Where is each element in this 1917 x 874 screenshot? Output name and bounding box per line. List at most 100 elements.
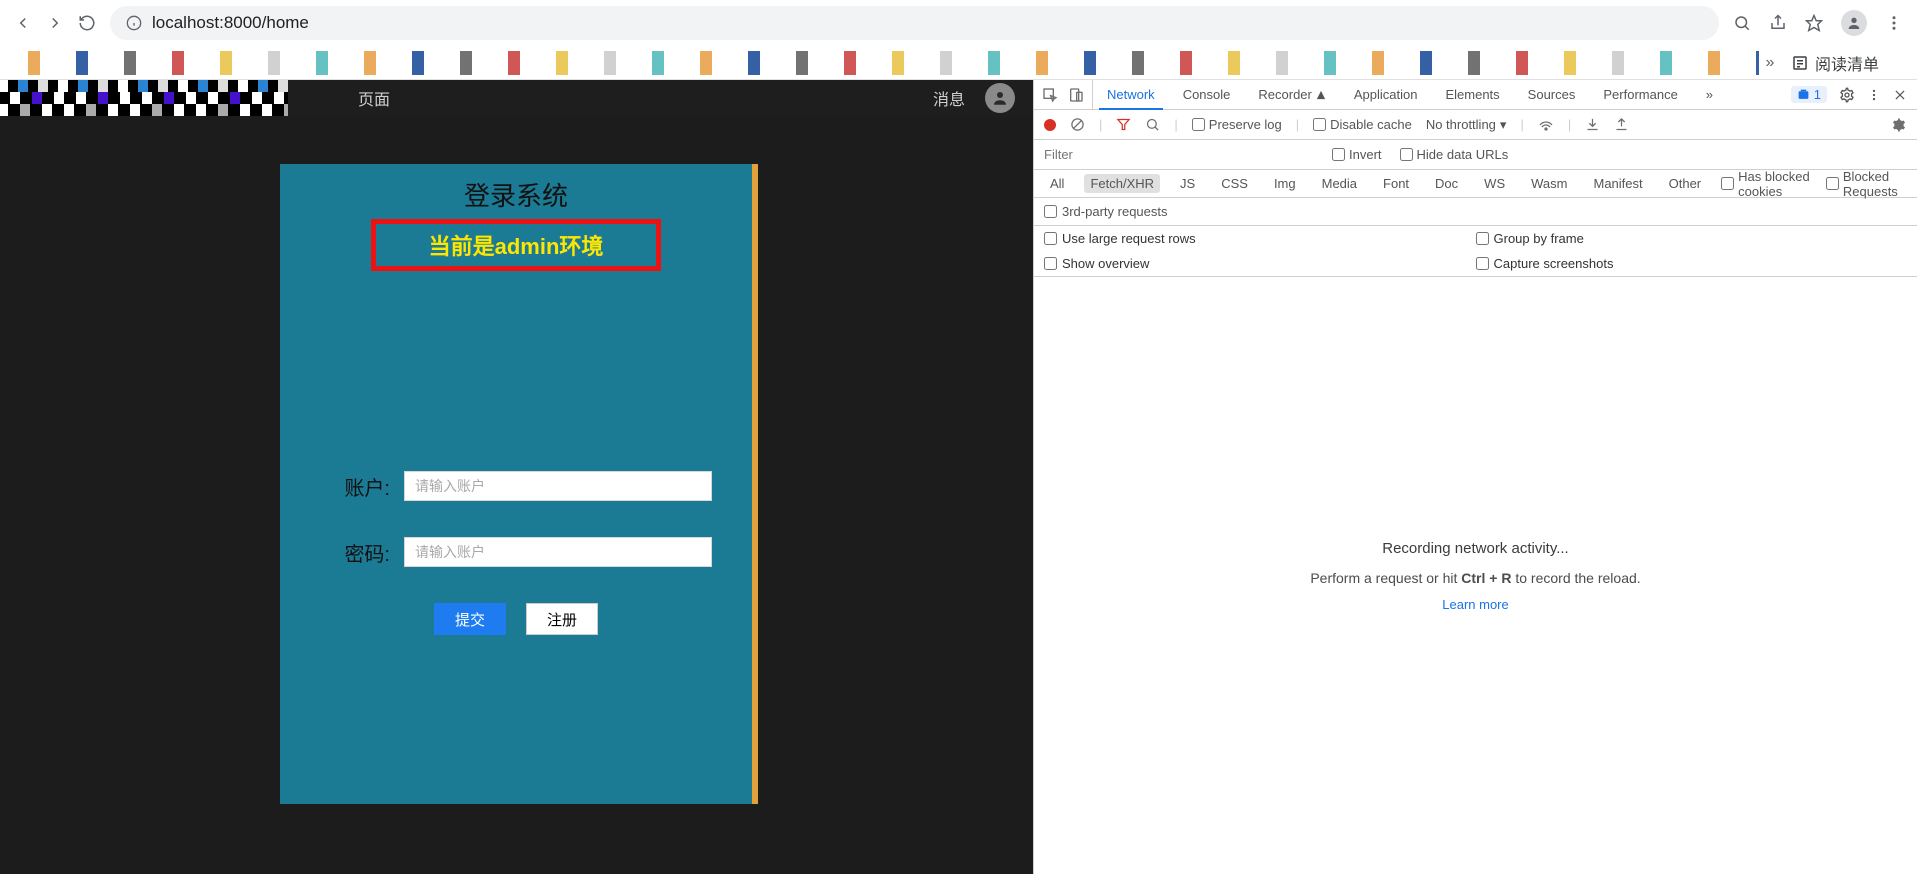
tab-sources[interactable]: Sources [1514,80,1590,109]
network-body: Recording network activity... Perform a … [1034,277,1917,874]
password-label: 密码: [320,538,390,567]
tab-network[interactable]: Network [1093,80,1169,109]
tab-console[interactable]: Console [1169,80,1245,109]
app-body: 登录系统 当前是admin环境 账户: 密码: 提交 注册 [0,116,1033,874]
tabs-overflow-icon[interactable]: » [1692,80,1727,109]
type-font[interactable]: Font [1377,174,1415,193]
zoom-icon[interactable] [1733,14,1751,32]
placeholder-sub: Perform a request or hit Ctrl + R to rec… [1310,564,1640,592]
type-all[interactable]: All [1044,174,1070,193]
third-party-checkbox[interactable]: 3rd-party requests [1044,204,1168,219]
devtools-tabs: Network Console Recorder Application Ele… [1034,80,1917,110]
type-media[interactable]: Media [1316,174,1363,193]
issues-count: 1 [1814,87,1821,102]
third-party-row: 3rd-party requests [1034,198,1917,226]
filter-input[interactable] [1044,145,1314,165]
inspect-icon[interactable] [1042,87,1058,103]
reading-list-icon [1791,54,1809,72]
app-nav-messages[interactable]: 消息 [933,86,965,110]
nav-forward-icon[interactable] [46,14,64,32]
app-nav-tab[interactable]: 页面 [358,86,390,110]
nav-back-icon[interactable] [14,14,32,32]
network-conditions-icon[interactable] [1538,117,1554,133]
blocked-cookies-checkbox[interactable]: Has blocked cookies [1721,169,1812,199]
tab-performance[interactable]: Performance [1589,80,1691,109]
device-toggle-icon[interactable] [1068,87,1084,103]
throttling-select[interactable]: No throttling ▾ [1426,117,1507,133]
preview-badge-icon [1316,90,1326,100]
tab-application[interactable]: Application [1340,80,1432,109]
share-icon[interactable] [1769,14,1787,32]
type-js[interactable]: JS [1174,174,1201,193]
password-input[interactable] [404,537,712,567]
capture-screenshots-checkbox[interactable]: Capture screenshots [1476,256,1908,271]
record-icon[interactable] [1044,119,1056,131]
star-icon[interactable] [1805,14,1823,32]
search-icon[interactable] [1145,117,1160,132]
app-logo [0,80,288,116]
login-form: 账户: 密码: 提交 注册 [280,471,752,635]
invert-checkbox[interactable]: Invert [1332,147,1382,162]
tab-elements[interactable]: Elements [1431,80,1513,109]
reading-list-button[interactable]: 阅读清单 [1781,51,1889,75]
reload-icon[interactable] [78,14,96,32]
network-placeholder: Recording network activity... Perform a … [1310,534,1640,618]
devtools-panel: Network Console Recorder Application Ele… [1033,80,1917,874]
account-label: 账户: [320,472,390,501]
import-har-icon[interactable] [1585,117,1600,132]
filter-funnel-icon[interactable] [1116,117,1131,132]
network-settings-gear-icon[interactable] [1891,117,1907,133]
issues-badge[interactable]: 1 [1791,86,1827,103]
show-overview-checkbox[interactable]: Show overview [1044,256,1476,271]
export-har-icon[interactable] [1614,117,1629,132]
blocked-requests-checkbox[interactable]: Blocked Requests [1826,169,1907,199]
work-area: 页面 消息 登录系统 当前是admin环境 账户: 密码: [0,80,1917,874]
type-fetch[interactable]: Fetch/XHR [1084,174,1160,193]
register-button[interactable]: 注册 [526,603,598,635]
address-bar[interactable]: localhost:8000/home [110,6,1719,40]
type-css[interactable]: CSS [1215,174,1254,193]
kebab-menu-icon[interactable] [1885,14,1903,32]
group-frame-checkbox[interactable]: Group by frame [1476,231,1908,246]
type-manifest[interactable]: Manifest [1587,174,1648,193]
bookmarks-abstract[interactable] [28,51,1759,75]
app-avatar-icon[interactable] [985,83,1015,113]
large-rows-checkbox[interactable]: Use large request rows [1044,231,1476,246]
site-info-icon[interactable] [126,15,142,31]
type-img[interactable]: Img [1268,174,1302,193]
reading-list-label: 阅读清单 [1815,51,1879,75]
bookmarks-bar: » 阅读清单 [0,46,1917,80]
type-ws[interactable]: WS [1478,174,1511,193]
password-row: 密码: [320,537,712,567]
submit-button[interactable]: 提交 [434,603,506,635]
disable-cache-checkbox[interactable]: Disable cache [1313,117,1412,132]
hide-data-urls-checkbox[interactable]: Hide data URLs [1400,147,1509,162]
type-doc[interactable]: Doc [1429,174,1464,193]
profile-avatar-icon[interactable] [1841,10,1867,36]
app-viewport: 页面 消息 登录系统 当前是admin环境 账户: 密码: [0,80,1033,874]
devtools-close-icon[interactable] [1893,88,1907,102]
account-row: 账户: [320,471,712,501]
type-other[interactable]: Other [1663,174,1708,193]
app-top-nav: 页面 消息 [0,80,1033,116]
url-text: localhost:8000/home [152,13,309,33]
devtools-dock-controls [1034,80,1093,109]
type-wasm[interactable]: Wasm [1525,174,1573,193]
account-input[interactable] [404,471,712,501]
devtools-right-controls: 1 [1781,80,1917,109]
tab-recorder[interactable]: Recorder [1244,80,1339,109]
env-banner: 当前是admin环境 [371,219,661,271]
learn-more-link[interactable]: Learn more [1442,597,1508,612]
preserve-log-checkbox[interactable]: Preserve log [1192,117,1282,132]
clear-icon[interactable] [1070,117,1085,132]
login-card: 登录系统 当前是admin环境 账户: 密码: 提交 注册 [280,164,758,804]
devtools-kebab-icon[interactable] [1867,88,1881,102]
browser-toolbar: localhost:8000/home [0,0,1917,46]
chevron-down-icon: ▾ [1500,117,1507,133]
network-options-grid: Use large request rows Group by frame Sh… [1034,226,1917,277]
bookmarks-overflow-icon[interactable]: » [1759,54,1781,72]
placeholder-title: Recording network activity... [1310,534,1640,564]
toolbar-right [1733,10,1903,36]
settings-gear-icon[interactable] [1839,87,1855,103]
issues-icon [1797,88,1810,101]
